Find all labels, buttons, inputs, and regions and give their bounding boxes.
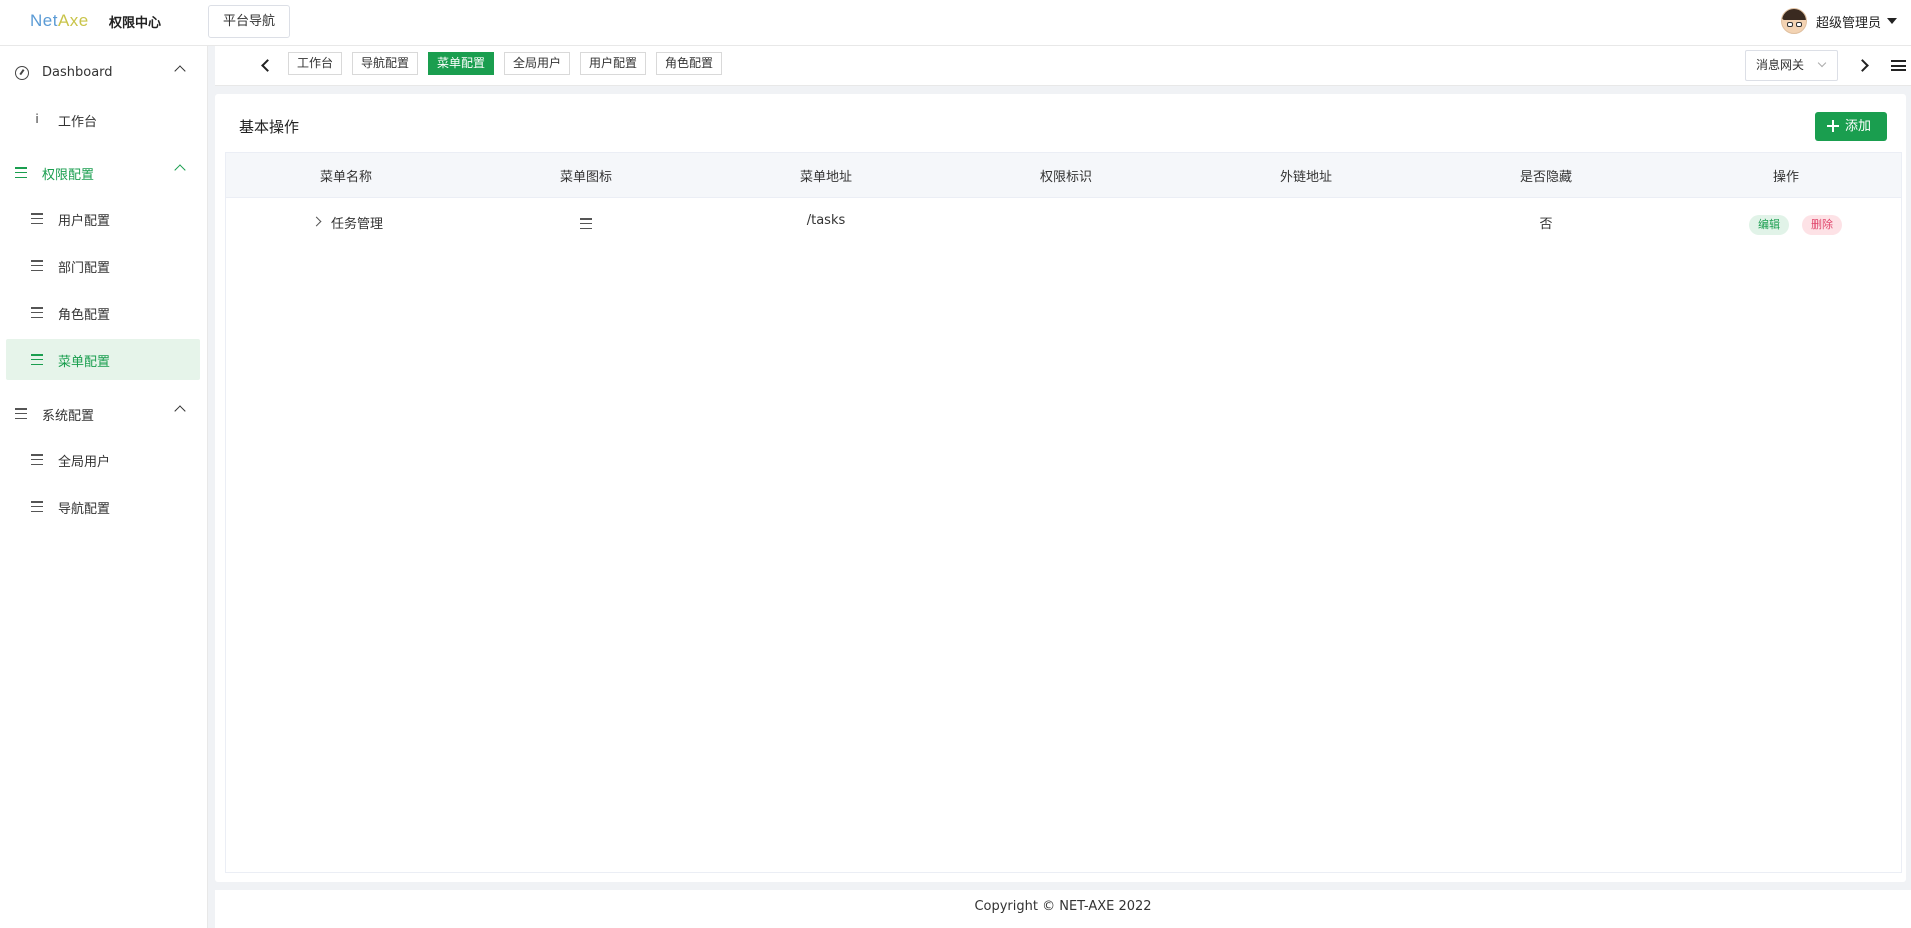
tab-workbench[interactable]: 工作台: [288, 52, 343, 75]
menu-icon: [31, 307, 43, 318]
sidebar-group-label: 系统配置: [42, 409, 95, 424]
menu-icon: [15, 408, 27, 419]
avatar[interactable]: [1780, 8, 1807, 34]
dashboard-icon: [15, 66, 29, 80]
chevron-up-icon: [174, 405, 186, 417]
top-header: NetAxe 权限中心 平台导航 超级管理员: [0, 0, 1911, 46]
chevron-down-icon: [1817, 58, 1827, 68]
menu-icon: [15, 167, 27, 178]
menu-icon: [580, 218, 592, 229]
column-header: 菜单名称: [319, 170, 372, 185]
sidebar-item-label: 工作台: [58, 115, 98, 130]
menu-table: 菜单名称 菜单图标 菜单地址 权限标识 外链地址 是否隐藏 操作 任务管理 /t…: [225, 152, 1902, 873]
sidebar-group-system[interactable]: 系统配置: [0, 393, 208, 433]
sidebar-item-menu-config[interactable]: 菜单配置: [6, 339, 200, 380]
menu-icon: [31, 354, 43, 365]
column-header: 菜单图标: [559, 170, 612, 185]
chevron-right-icon[interactable]: [1856, 59, 1869, 72]
chevron-left-icon[interactable]: [261, 59, 274, 72]
sidebar-item-role-config[interactable]: 角色配置: [6, 292, 200, 333]
info-icon: i: [35, 112, 39, 126]
delete-button[interactable]: 删除: [1802, 215, 1842, 235]
sidebar-item-workbench[interactable]: i 工作台: [6, 99, 200, 140]
column-header: 操作: [1772, 170, 1799, 185]
chevron-up-icon: [174, 65, 186, 77]
card-title: 基本操作: [239, 118, 300, 136]
gateway-select-value: 消息网关: [1756, 58, 1805, 72]
edit-button[interactable]: 编辑: [1749, 215, 1789, 235]
sidebar-item-user-config[interactable]: 用户配置: [6, 198, 200, 239]
menu-icon: [31, 454, 43, 465]
column-header: 菜单地址: [799, 170, 852, 185]
chevron-up-icon: [174, 164, 186, 176]
add-button-label: 添加: [1845, 119, 1872, 134]
add-button[interactable]: 添加: [1815, 112, 1887, 141]
gateway-select[interactable]: 消息网关: [1745, 50, 1838, 81]
sidebar-item-nav-config[interactable]: 导航配置: [6, 486, 200, 527]
platform-nav-button[interactable]: 平台导航: [208, 5, 291, 38]
menu-icon: [31, 213, 43, 224]
user-name[interactable]: 超级管理员: [1816, 12, 1881, 31]
column-header: 外链地址: [1279, 170, 1332, 185]
menu-icon: [31, 501, 43, 512]
row-hidden: 否: [1539, 217, 1553, 232]
table-header: 菜单名称 菜单图标 菜单地址 权限标识 外链地址 是否隐藏 操作: [226, 153, 1901, 198]
sidebar-item-label: 菜单配置: [58, 355, 111, 370]
sidebar-group-label: Dashboard: [42, 65, 113, 80]
tab-user-config[interactable]: 用户配置: [580, 52, 647, 75]
tab-role-config[interactable]: 角色配置: [656, 52, 723, 75]
main-card: 基本操作 添加 菜单名称 菜单图标 菜单地址 权限标识 外链地址 是否隐藏 操作…: [215, 94, 1906, 882]
user-menu[interactable]: 超级管理员: [1780, 8, 1897, 34]
sidebar-item-label: 导航配置: [58, 502, 111, 517]
row-path: /tasks: [806, 213, 846, 228]
sidebar-group-label: 权限配置: [42, 168, 95, 183]
hamburger-menu-icon[interactable]: [1891, 60, 1906, 71]
sidebar-item-dept-config[interactable]: 部门配置: [6, 245, 200, 286]
tab-global-users[interactable]: 全局用户: [504, 52, 571, 75]
sidebar-item-label: 部门配置: [58, 261, 111, 276]
column-header: 是否隐藏: [1519, 170, 1572, 185]
sidebar-item-global-users[interactable]: 全局用户: [6, 439, 200, 480]
row-name: 任务管理: [331, 217, 384, 232]
plus-icon: [1827, 120, 1839, 132]
column-header: 权限标识: [1039, 170, 1092, 185]
sidebar-group-permissions[interactable]: 权限配置: [0, 152, 208, 192]
logo[interactable]: NetAxe: [30, 11, 89, 31]
sidebar-item-label: 全局用户: [58, 455, 111, 470]
footer: Copyright © NET-AXE 2022: [215, 890, 1911, 928]
menu-icon: [31, 260, 43, 271]
tab-strip: 工作台 导航配置 菜单配置 全局用户 用户配置 角色配置 消息网关: [215, 46, 1911, 86]
tab-nav-config[interactable]: 导航配置: [352, 52, 419, 75]
expand-row-icon[interactable]: [311, 216, 322, 227]
sidebar-item-label: 角色配置: [58, 308, 111, 323]
caret-down-icon[interactable]: [1887, 18, 1897, 24]
sidebar-item-label: 用户配置: [58, 214, 111, 229]
app-title: 权限中心: [109, 16, 162, 31]
sidebar: Dashboard i 工作台 权限配置 用户配置 部门配置 角色配置 菜单配置…: [0, 46, 208, 928]
sidebar-group-dashboard[interactable]: Dashboard: [0, 53, 208, 93]
tab-menu-config[interactable]: 菜单配置: [428, 52, 495, 75]
